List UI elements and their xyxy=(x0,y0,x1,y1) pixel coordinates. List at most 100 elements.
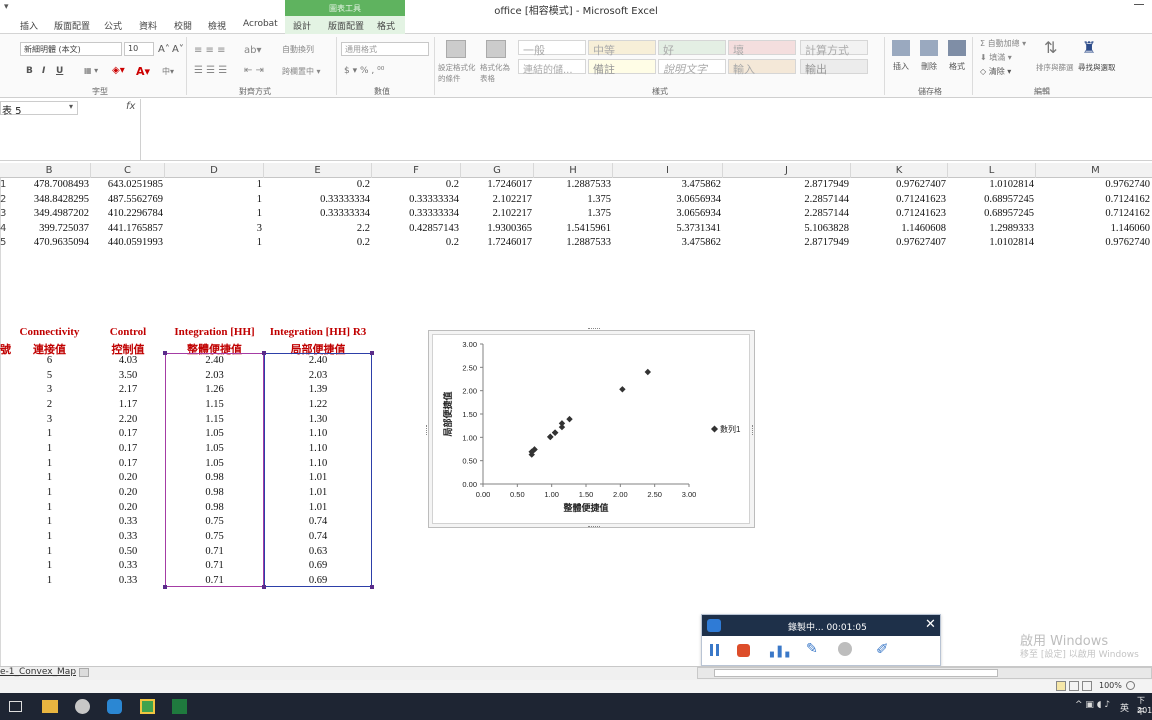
data-cell[interactable]: 0.33333334 xyxy=(372,194,459,205)
webcam-icon[interactable] xyxy=(838,642,852,656)
table-cell[interactable]: 0.33 xyxy=(91,575,165,586)
column-header[interactable]: F xyxy=(372,163,461,178)
style-calculation[interactable]: 計算方式 xyxy=(800,40,868,57)
range-handle[interactable] xyxy=(262,585,266,589)
format-as-table-icon[interactable] xyxy=(486,40,506,58)
wrap-text-button[interactable]: 自動換列 xyxy=(282,44,314,55)
excel-icon[interactable] xyxy=(172,699,187,714)
data-cell[interactable]: 399.725037 xyxy=(8,223,89,234)
table-cell[interactable]: 4.03 xyxy=(91,355,165,366)
column-header[interactable]: E xyxy=(264,163,372,178)
range-handle[interactable] xyxy=(163,351,167,355)
chrome-icon[interactable] xyxy=(75,699,90,714)
data-point[interactable] xyxy=(566,415,573,423)
data-cell[interactable]: 0.33333334 xyxy=(264,194,370,205)
data-cell[interactable]: 0.7124162 xyxy=(1036,208,1150,219)
pause-icon[interactable] xyxy=(710,644,713,656)
data-cell[interactable]: 440.0591993 xyxy=(91,237,163,248)
data-cell[interactable]: 0.9762740 xyxy=(1036,237,1150,248)
style-note[interactable]: 備註 xyxy=(588,59,656,76)
underline-button[interactable]: U xyxy=(56,66,63,76)
style-good[interactable]: 好 xyxy=(658,40,726,57)
table-cell[interactable]: 0.33 xyxy=(91,516,165,527)
conditional-format-label[interactable]: 設定格式化的條件 xyxy=(438,62,478,84)
file-explorer-icon[interactable] xyxy=(42,700,58,713)
table-cell[interactable]: 1 xyxy=(8,531,91,542)
format-cells-icon[interactable] xyxy=(948,40,966,56)
data-cell[interactable]: 1.2887533 xyxy=(534,179,611,190)
data-cell[interactable]: 2.102217 xyxy=(461,208,532,219)
data-point[interactable] xyxy=(558,420,566,427)
table-cell[interactable]: 1 xyxy=(8,575,91,586)
stop-icon[interactable] xyxy=(737,644,750,657)
style-neutral[interactable]: 中等 xyxy=(588,40,656,57)
data-cell[interactable]: 0.2 xyxy=(372,237,459,248)
recorder-app-icon[interactable] xyxy=(107,699,122,714)
pen-tool-icon[interactable]: ✎ xyxy=(806,641,818,657)
table-cell[interactable]: 1.17 xyxy=(91,399,165,410)
font-name-select[interactable]: 新細明體 (本文) xyxy=(20,42,122,56)
table-cell[interactable]: 1 xyxy=(8,502,91,513)
data-cell[interactable]: 349.4987202 xyxy=(8,208,89,219)
row-number[interactable]: 4 xyxy=(0,223,8,234)
column-header[interactable]: K xyxy=(851,163,948,178)
column-header[interactable]: H xyxy=(534,163,613,178)
table-cell[interactable]: 0.20 xyxy=(91,472,165,483)
data-cell[interactable]: 1.2887533 xyxy=(534,237,611,248)
shrink-font-icon[interactable]: A˅ xyxy=(172,44,184,55)
table-cell[interactable]: 1 xyxy=(8,472,91,483)
clear-button[interactable]: ◇ 清除 ▾ xyxy=(980,66,1011,77)
draw-icon[interactable]: ✐ xyxy=(876,640,889,658)
column-header[interactable]: C xyxy=(91,163,165,178)
find-select-icon[interactable]: ♜ xyxy=(1082,38,1096,57)
data-cell[interactable]: 3.0656934 xyxy=(613,194,721,205)
data-cell[interactable]: 1 xyxy=(165,208,262,219)
data-cell[interactable]: 1.2989333 xyxy=(948,223,1034,234)
zoom-level[interactable]: 100% xyxy=(1099,681,1122,690)
data-cell[interactable]: 2.2857144 xyxy=(723,194,849,205)
data-cell[interactable]: 410.2296784 xyxy=(91,208,163,219)
data-cell[interactable]: 1.0102814 xyxy=(948,179,1034,190)
new-sheet-icon[interactable] xyxy=(79,668,89,677)
conditional-format-icon[interactable] xyxy=(446,40,466,58)
autosum-button[interactable]: Σ 自動加總 ▾ xyxy=(980,38,1026,49)
pause-icon[interactable] xyxy=(716,644,719,656)
data-cell[interactable]: 0.42857143 xyxy=(372,223,459,234)
tab-review[interactable]: 校閱 xyxy=(174,19,192,32)
name-box[interactable]: 表 5 xyxy=(0,101,78,117)
table-cell[interactable]: 6 xyxy=(8,355,91,366)
chart-resize-handle[interactable] xyxy=(752,425,755,435)
data-cell[interactable]: 1.9300365 xyxy=(461,223,532,234)
table-cell[interactable]: 3 xyxy=(8,384,91,395)
indent-icon[interactable]: ⇤ ⇥ xyxy=(244,65,264,76)
data-point[interactable] xyxy=(551,429,559,436)
data-cell[interactable]: 1.7246017 xyxy=(461,179,532,190)
table-cell[interactable]: 2.20 xyxy=(91,414,165,425)
data-cell[interactable]: 1.375 xyxy=(534,194,611,205)
tab-acrobat[interactable]: Acrobat xyxy=(243,19,278,29)
data-cell[interactable]: 0.71241623 xyxy=(851,208,946,219)
merge-center-button[interactable]: 跨欄置中 ▾ xyxy=(282,66,321,77)
table-cell[interactable]: 2.17 xyxy=(91,384,165,395)
data-cell[interactable]: 0.68957245 xyxy=(948,194,1034,205)
table-cell[interactable]: 0.20 xyxy=(91,502,165,513)
bold-button[interactable]: B xyxy=(26,66,33,76)
app-grid-icon[interactable] xyxy=(140,699,155,714)
orientation-icon[interactable]: ab▾ xyxy=(244,45,262,56)
table-cell[interactable]: 1 xyxy=(8,546,91,557)
ime-indicator[interactable]: 英 xyxy=(1120,701,1129,714)
data-cell[interactable]: 643.0251985 xyxy=(91,179,163,190)
data-cell[interactable]: 3.0656934 xyxy=(613,208,721,219)
name-box-dropdown-icon[interactable]: ▾ xyxy=(69,102,73,111)
column-header[interactable]: L xyxy=(948,163,1036,178)
insert-cells-label[interactable]: 插入 xyxy=(893,61,909,72)
data-cell[interactable]: 0.33333334 xyxy=(372,208,459,219)
delete-cells-label[interactable]: 刪除 xyxy=(921,61,937,72)
data-cell[interactable]: 3.475862 xyxy=(613,237,721,248)
row-number[interactable]: 1 xyxy=(0,179,8,190)
data-cell[interactable]: 1.7246017 xyxy=(461,237,532,248)
minimize-icon[interactable] xyxy=(1134,4,1144,5)
table-cell[interactable]: 0.33 xyxy=(91,531,165,542)
row-number[interactable]: 2 xyxy=(0,194,8,205)
data-cell[interactable]: 470.9635094 xyxy=(8,237,89,248)
